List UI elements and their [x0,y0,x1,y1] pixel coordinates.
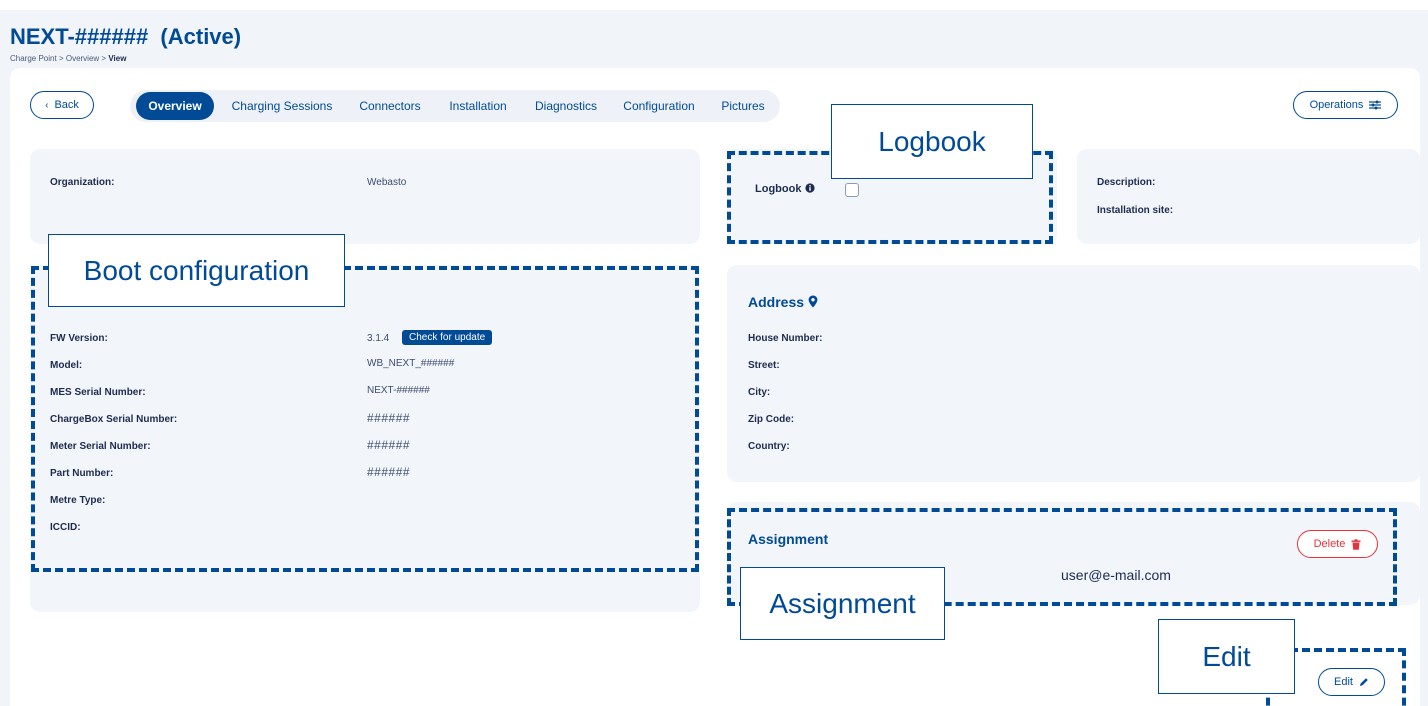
tab-charging-sessions[interactable]: Charging Sessions [222,92,342,120]
map-marker-icon [808,295,818,308]
organization-value: Webasto [367,177,407,188]
boot-configuration-callout: Boot configuration [48,234,345,307]
tab-pictures[interactable]: Pictures [712,92,774,120]
operations-button[interactable]: Operations [1293,91,1398,119]
tab-configuration[interactable]: Configuration [614,92,704,120]
breadcrumb-item-overview[interactable]: Overview [66,54,99,63]
country-label: Country: [748,441,790,452]
tab-overview[interactable]: Overview [136,92,214,120]
chevron-left-icon: ‹ [45,99,49,111]
tab-diagnostics[interactable]: Diagnostics [526,92,606,120]
page-title: NEXT-###### (Active) [10,24,242,49]
assignment-callout: Assignment [740,567,945,640]
boot-configuration-highlight [31,266,699,572]
breadcrumb-item-view: View [108,54,127,63]
description-panel [1077,149,1420,244]
house-number-label: House Number: [748,333,823,344]
top-strip [0,0,1428,10]
city-label: City: [748,387,771,398]
logbook-callout: Logbook [831,104,1033,179]
organization-label: Organization: [50,177,115,188]
street-label: Street: [748,360,780,371]
sliders-icon [1369,100,1382,110]
zip-code-label: Zip Code: [748,414,795,425]
breadcrumb-separator: > [101,54,107,63]
back-label: Back [54,99,79,111]
breadcrumb: Charge Point > Overview > View [10,54,126,63]
edit-callout: Edit [1158,619,1295,694]
operations-label: Operations [1309,99,1364,111]
address-title: Address [748,294,818,310]
breadcrumb-item-charge-point[interactable]: Charge Point [10,54,57,63]
organization-panel [30,149,700,244]
breadcrumb-separator: > [58,54,64,63]
address-panel [727,265,1420,482]
description-label: Description: [1097,177,1156,188]
tab-connectors[interactable]: Connectors [350,92,430,120]
back-button[interactable]: ‹ Back [30,91,94,119]
installation-site-label: Installation site: [1097,205,1174,216]
tab-installation[interactable]: Installation [438,92,518,120]
